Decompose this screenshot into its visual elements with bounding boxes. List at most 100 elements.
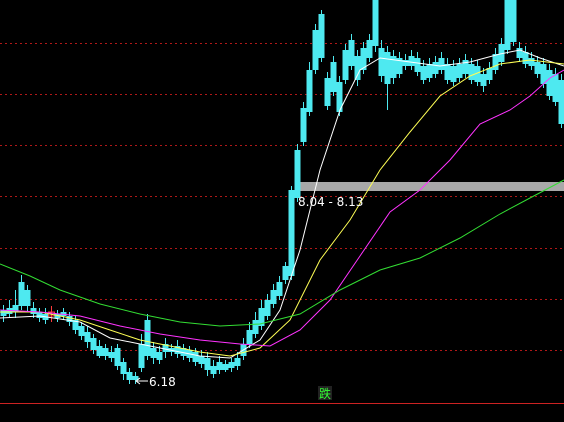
low-price-marker: 6.18 xyxy=(135,375,176,389)
candle-92 xyxy=(546,64,553,100)
candle-37 xyxy=(216,356,223,374)
candle-53 xyxy=(312,24,319,74)
candle-25 xyxy=(144,314,151,360)
candle-body-down xyxy=(342,50,349,80)
kline-chart[interactable]: 8.04 - 8.13 6.18 跌 xyxy=(0,0,564,422)
candle-5 xyxy=(24,285,31,312)
candle-body-down xyxy=(150,348,157,358)
candle-body-down xyxy=(366,40,373,58)
candle-51 xyxy=(300,102,307,146)
candle-77 xyxy=(456,58,463,82)
candle-body-down xyxy=(372,0,379,46)
candle-body-down xyxy=(486,68,493,80)
candle-body-down xyxy=(378,48,385,76)
candle-body-down xyxy=(138,344,145,368)
candle-73 xyxy=(432,56,439,78)
candle-body-down xyxy=(324,78,331,106)
candle-60 xyxy=(354,50,361,86)
candle-64 xyxy=(378,40,385,82)
candle-body-down xyxy=(354,56,361,80)
candle-69 xyxy=(408,50,415,70)
candle-35 xyxy=(204,352,211,376)
candle-body-down xyxy=(450,66,457,82)
candle-66 xyxy=(390,50,397,84)
candle-body-down xyxy=(330,62,337,92)
candle-58 xyxy=(342,44,349,84)
candle-body-down xyxy=(36,312,43,318)
candle-47 xyxy=(276,276,283,300)
candle-body-down xyxy=(420,66,427,80)
candle-body-down xyxy=(408,56,415,66)
candle-body-down xyxy=(552,74,559,102)
candle-body-down xyxy=(348,40,355,66)
candle-59 xyxy=(348,34,355,70)
candle-body-down xyxy=(84,332,91,342)
candle-8 xyxy=(42,308,49,324)
candle-49 xyxy=(288,186,295,280)
candle-body-down xyxy=(300,108,307,142)
candle-body-down xyxy=(504,0,511,50)
candle-15 xyxy=(84,326,91,348)
candle-body-down xyxy=(144,320,151,356)
candle-body-down xyxy=(246,330,253,344)
candle-14 xyxy=(78,322,85,340)
candle-83 xyxy=(492,48,499,74)
candle-74 xyxy=(438,52,445,74)
candle-body-down xyxy=(24,290,31,306)
candle-19 xyxy=(108,346,115,362)
candle-body-down xyxy=(228,362,235,368)
candle-38 xyxy=(222,360,229,372)
gap-zone-label: 8.04 - 8.13 xyxy=(298,195,363,209)
candle-63 xyxy=(372,0,379,52)
ma-short-line xyxy=(0,49,564,359)
signal-badge-label: 跌 xyxy=(319,386,331,401)
candle-body-down xyxy=(192,352,199,362)
candle-body-down xyxy=(288,190,295,276)
candle-84 xyxy=(498,38,505,66)
candle-body-down xyxy=(78,326,85,336)
candle-54 xyxy=(318,10,325,62)
candle-body-down xyxy=(282,266,289,280)
candle-20 xyxy=(114,344,121,370)
candle-45 xyxy=(264,294,271,320)
candle-52 xyxy=(306,62,313,116)
candle-body-down xyxy=(444,64,451,80)
candle-17 xyxy=(96,340,103,358)
candle-body-down xyxy=(222,364,229,370)
candle-body-down xyxy=(216,362,223,370)
candle-44 xyxy=(258,300,265,330)
candle-body-down xyxy=(234,358,241,366)
candlestick-series xyxy=(0,0,564,384)
candle-30 xyxy=(174,340,181,358)
candle-body-down xyxy=(312,30,319,70)
candle-56 xyxy=(330,56,337,96)
candle-body-down xyxy=(540,64,547,84)
candle-body-down xyxy=(252,320,259,334)
candle-86 xyxy=(510,0,517,46)
candle-28 xyxy=(162,338,169,358)
candle-body-down xyxy=(384,52,391,84)
candle-6 xyxy=(30,302,37,318)
candle-3 xyxy=(12,290,19,318)
gap-zone-band xyxy=(296,182,564,191)
candle-body-down xyxy=(492,54,499,70)
candle-2 xyxy=(6,300,13,318)
candle-body-down xyxy=(456,64,463,78)
candle-55 xyxy=(324,72,331,110)
candle-22 xyxy=(126,368,133,384)
candle-65 xyxy=(384,46,391,110)
candle-36 xyxy=(210,360,217,378)
candle-88 xyxy=(522,46,529,68)
ma-mid-line xyxy=(0,59,564,357)
candle-body-down xyxy=(18,282,25,306)
candle-body-down xyxy=(204,358,211,370)
candle-body-down xyxy=(294,150,301,198)
candle-7 xyxy=(36,308,43,322)
moving-average-lines xyxy=(0,49,564,359)
candle-body-down xyxy=(114,348,121,366)
candle-46 xyxy=(270,284,277,308)
candle-body-down xyxy=(198,356,205,364)
candle-body-down xyxy=(96,346,103,356)
candle-87 xyxy=(516,42,523,62)
candle-85 xyxy=(504,0,511,54)
